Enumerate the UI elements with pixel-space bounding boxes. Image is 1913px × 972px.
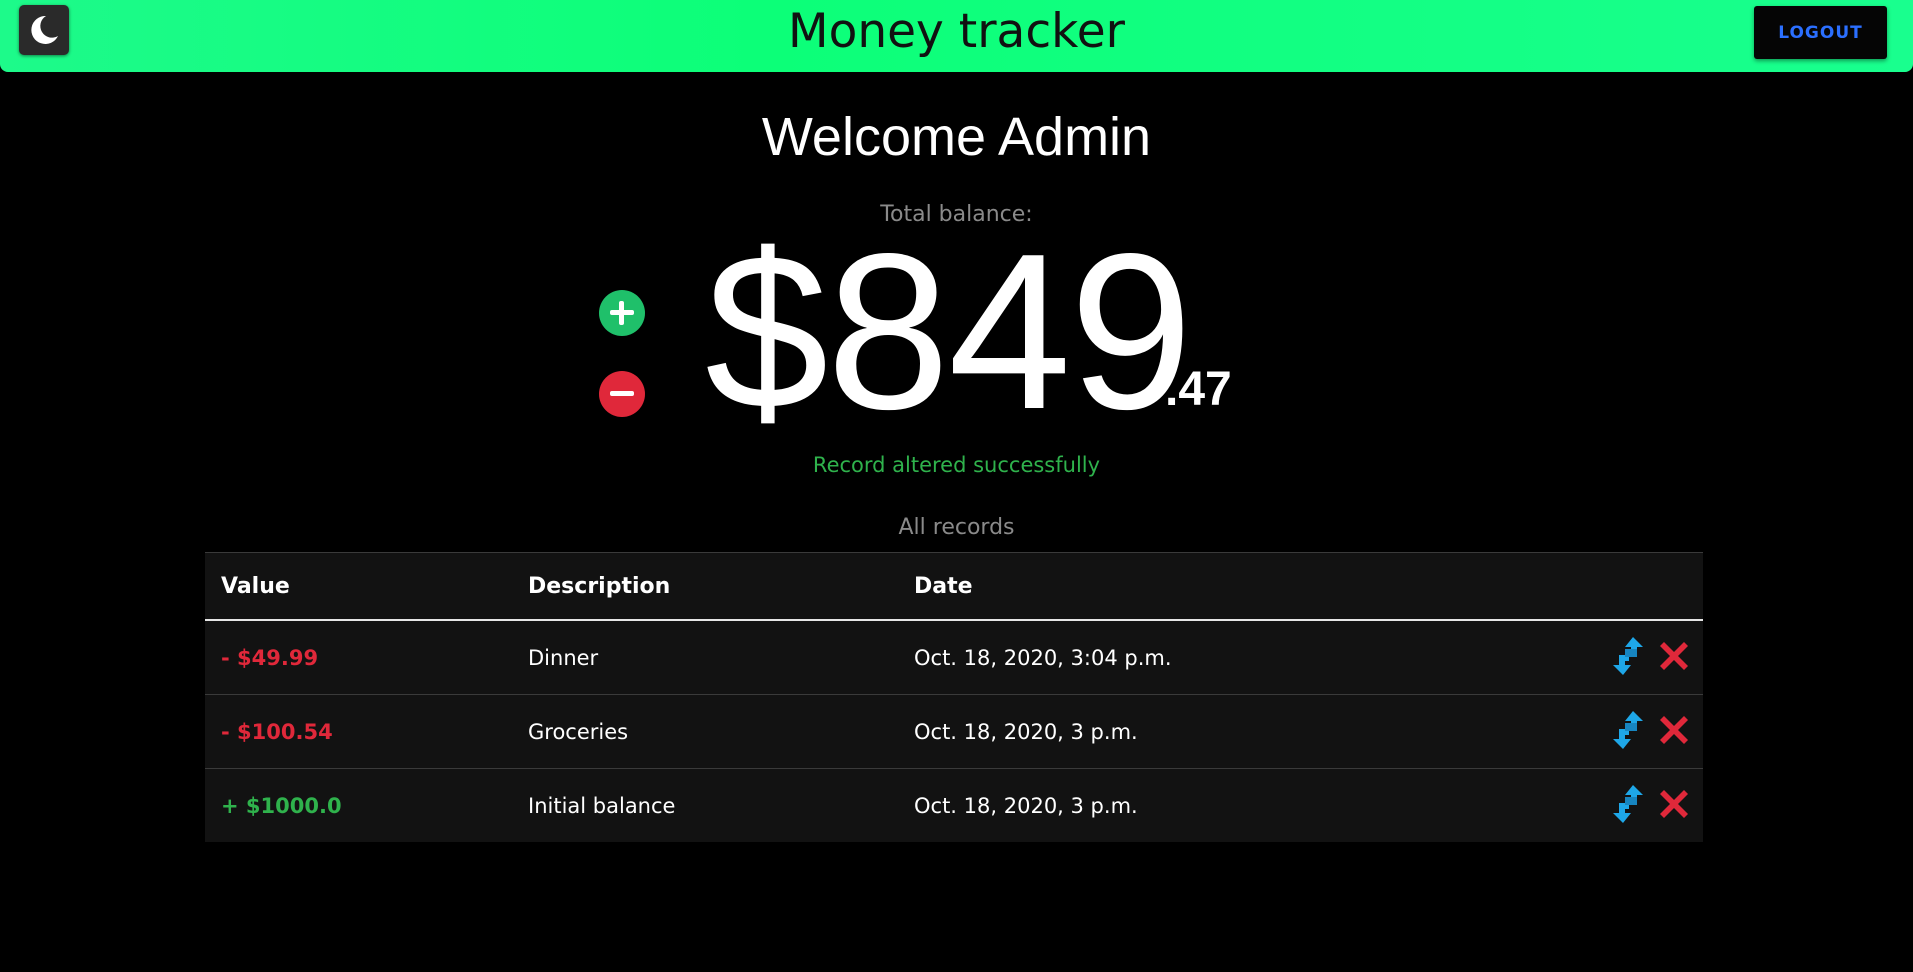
- table-header: Value Description Date: [205, 552, 1703, 621]
- delete-record-button[interactable]: [1655, 783, 1693, 825]
- delete-icon: [1660, 716, 1688, 744]
- balance-amount: $849: [705, 208, 1193, 456]
- record-date: Oct. 18, 2020, 3:04 p.m.: [914, 645, 1172, 670]
- record-date: Oct. 18, 2020, 3 p.m.: [914, 719, 1138, 744]
- table-row: + $1000.0 Initial balance Oct. 18, 2020,…: [205, 769, 1703, 842]
- record-date: Oct. 18, 2020, 3 p.m.: [914, 793, 1138, 818]
- delete-record-button[interactable]: [1655, 709, 1693, 751]
- edit-icon: [1613, 711, 1643, 749]
- table-row: - $100.54 Groceries Oct. 18, 2020, 3 p.m…: [205, 695, 1703, 769]
- delete-icon: [1660, 790, 1688, 818]
- record-description: Groceries: [528, 719, 629, 744]
- welcome-heading: Welcome Admin: [761, 107, 1152, 167]
- records-caption: All records: [898, 515, 1015, 540]
- edit-icon: [1613, 785, 1643, 823]
- edit-record-button[interactable]: [1613, 709, 1651, 751]
- row-actions: [1613, 635, 1693, 677]
- column-header-description: Description: [528, 573, 671, 599]
- column-header-value: Value: [221, 573, 290, 599]
- row-actions: [1613, 709, 1693, 751]
- record-value: - $100.54: [221, 719, 333, 744]
- edit-icon: [1613, 637, 1643, 675]
- row-actions: [1613, 783, 1693, 825]
- record-description: Dinner: [528, 645, 599, 670]
- record-description: Initial balance: [528, 793, 676, 818]
- edit-record-button[interactable]: [1613, 783, 1651, 825]
- records-table: Value Description Date - $49.99 Dinner O…: [205, 552, 1703, 842]
- top-bar: Money tracker LOGOUT: [0, 0, 1913, 72]
- add-record-button[interactable]: [599, 290, 645, 336]
- status-message: Record altered successfully: [812, 453, 1101, 477]
- subtract-record-button[interactable]: [599, 371, 645, 417]
- table-row: - $49.99 Dinner Oct. 18, 2020, 3:04 p.m.: [205, 621, 1703, 695]
- column-header-date: Date: [914, 573, 973, 599]
- record-value: - $49.99: [221, 645, 319, 670]
- theme-toggle-button[interactable]: [19, 5, 69, 55]
- logout-button[interactable]: LOGOUT: [1754, 6, 1887, 59]
- moon-icon: [31, 15, 58, 44]
- edit-record-button[interactable]: [1613, 635, 1651, 677]
- balance-cents: .47: [1165, 363, 1232, 416]
- record-value: + $1000.0: [221, 793, 342, 818]
- delete-icon: [1660, 642, 1688, 670]
- delete-record-button[interactable]: [1655, 635, 1693, 677]
- app-title: Money tracker: [788, 4, 1125, 59]
